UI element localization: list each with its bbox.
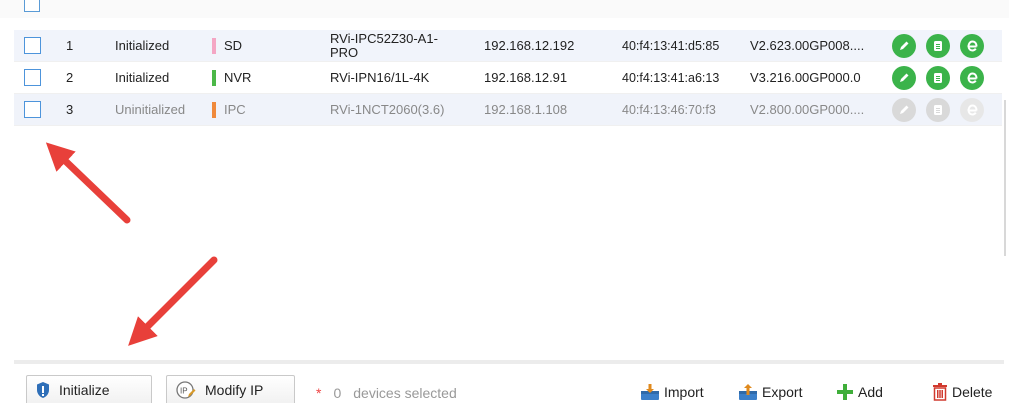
export-label: Export [762, 384, 803, 400]
row-number: 1 [66, 38, 74, 53]
table-row[interactable]: 3 Uninitialized IPC RVi-1NCT2060(3.6) 19… [14, 94, 1002, 126]
row-status: Initialized [115, 38, 170, 53]
arrow-to-checkbox [45, 142, 131, 224]
row-mac: 40:f4:13:46:70:f3 [622, 102, 716, 117]
arrow-to-initialize [128, 256, 218, 346]
bottom-toolbar: Initialize IP Modify IP * 0 devices sele… [0, 370, 1009, 403]
table-header-strip [0, 0, 1009, 18]
delete-label: Delete [952, 384, 993, 400]
edit-icon[interactable] [892, 66, 916, 90]
row-status: Initialized [115, 70, 170, 85]
row-ip: 192.168.1.108 [484, 102, 568, 117]
web-icon[interactable] [960, 98, 984, 122]
svg-text:IP: IP [180, 387, 188, 396]
export-button[interactable]: Export [738, 383, 802, 401]
modify-ip-button[interactable]: IP Modify IP [166, 375, 295, 403]
modify-ip-label: Modify IP [205, 382, 264, 398]
device-list-window: 1 Initialized SD RVi-IPC52Z30-A1- PRO 19… [0, 0, 1009, 403]
import-label: Import [664, 384, 704, 400]
details-icon[interactable] [926, 66, 950, 90]
row-operations [892, 34, 984, 58]
device-table: 1 Initialized SD RVi-IPC52Z30-A1- PRO 19… [14, 30, 1002, 126]
trash-icon [932, 383, 948, 401]
row-version: V2.800.00GP000.... [750, 102, 865, 117]
toolbar-separator [14, 360, 1004, 364]
row-checkbox[interactable] [24, 69, 41, 86]
delete-button[interactable]: Delete [932, 383, 992, 401]
initialize-button[interactable]: Initialize [26, 375, 152, 403]
row-mac: 40:f4:13:41:a6:13 [622, 70, 720, 85]
row-number: 2 [66, 70, 74, 85]
edit-icon[interactable] [892, 98, 916, 122]
selected-count: 0 [333, 385, 342, 401]
row-status: Uninitialized [115, 102, 186, 117]
selection-info: * 0 devices selected [316, 385, 457, 401]
type-color-marker [212, 69, 216, 86]
row-number: 3 [66, 102, 74, 117]
required-marker: * [316, 385, 322, 401]
row-operations [892, 66, 984, 90]
edit-icon[interactable] [892, 34, 916, 58]
export-icon [738, 383, 758, 401]
select-all-checkbox[interactable] [24, 0, 40, 12]
plus-icon [836, 383, 854, 401]
row-type: SD [212, 37, 243, 54]
row-mac: 40:f4:13:41:d5:85 [622, 38, 720, 53]
row-model: RVi-IPN16/1L-4K [330, 69, 470, 85]
row-version: V3.216.00GP000.0 [750, 70, 861, 85]
row-type: IPC [212, 101, 246, 118]
row-type: NVR [212, 69, 252, 86]
ip-edit-icon: IP [175, 380, 197, 400]
initialize-label: Initialize [59, 382, 110, 398]
type-color-marker [212, 101, 216, 118]
row-checkbox[interactable] [24, 37, 41, 54]
panel-border [1004, 100, 1006, 256]
add-button[interactable]: Add [836, 383, 883, 401]
row-type-label: NVR [224, 70, 252, 85]
row-model-line1: RVi-IPC52Z30-A1- [330, 30, 438, 46]
import-button[interactable]: Import [640, 383, 704, 401]
row-model: RVi-1NCT2060(3.6) [330, 101, 470, 117]
web-icon[interactable] [960, 34, 984, 58]
row-type-label: SD [224, 38, 243, 53]
row-type-label: IPC [224, 102, 246, 117]
table-row[interactable]: 2 Initialized NVR RVi-IPN16/1L-4K 192.16… [14, 62, 1002, 94]
selected-text: devices selected [353, 385, 457, 401]
row-checkbox[interactable] [24, 101, 41, 118]
row-model-line1: RVi-IPN16/1L-4K [330, 69, 430, 85]
row-operations [892, 98, 984, 122]
row-model-line1: RVi-1NCT2060(3.6) [330, 101, 445, 117]
add-label: Add [858, 384, 883, 400]
row-ip: 192.168.12.192 [484, 38, 575, 53]
details-icon[interactable] [926, 98, 950, 122]
row-ip: 192.168.12.91 [484, 70, 568, 85]
table-row[interactable]: 1 Initialized SD RVi-IPC52Z30-A1- PRO 19… [14, 30, 1002, 62]
details-icon[interactable] [926, 34, 950, 58]
type-color-marker [212, 37, 216, 54]
row-model-line2: PRO [330, 44, 359, 60]
web-icon[interactable] [960, 66, 984, 90]
row-model: RVi-IPC52Z30-A1- PRO [330, 30, 470, 60]
import-icon [640, 383, 660, 401]
shield-icon [35, 381, 51, 399]
row-version: V2.623.00GP008.... [750, 38, 865, 53]
